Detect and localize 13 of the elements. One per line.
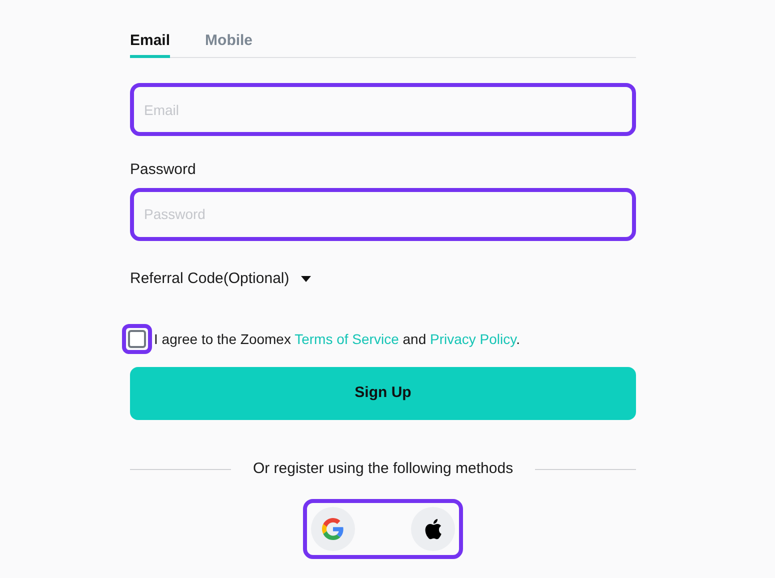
tab[interactable]: Mobile: [205, 26, 253, 58]
password-label: Password: [130, 160, 196, 180]
caret-icon: [301, 276, 312, 282]
divider-text: Or register using the following methods: [252, 459, 514, 479]
google-login-button[interactable]: [311, 506, 355, 550]
sign-up-button[interactable]: Sign Up: [130, 367, 636, 420]
agree-checkbox[interactable]: [122, 324, 152, 354]
apple-login-button[interactable]: [411, 506, 455, 550]
tab[interactable]: Email: [130, 26, 170, 58]
google-logo-icon: [322, 518, 344, 540]
apple-logo-icon: [423, 518, 443, 540]
agreement-text: I agree to the Zoomex Terms of Service and Privacy Policy.: [154, 330, 520, 349]
referral-code-toggle[interactable]: Referral Code(Optional): [130, 268, 312, 290]
